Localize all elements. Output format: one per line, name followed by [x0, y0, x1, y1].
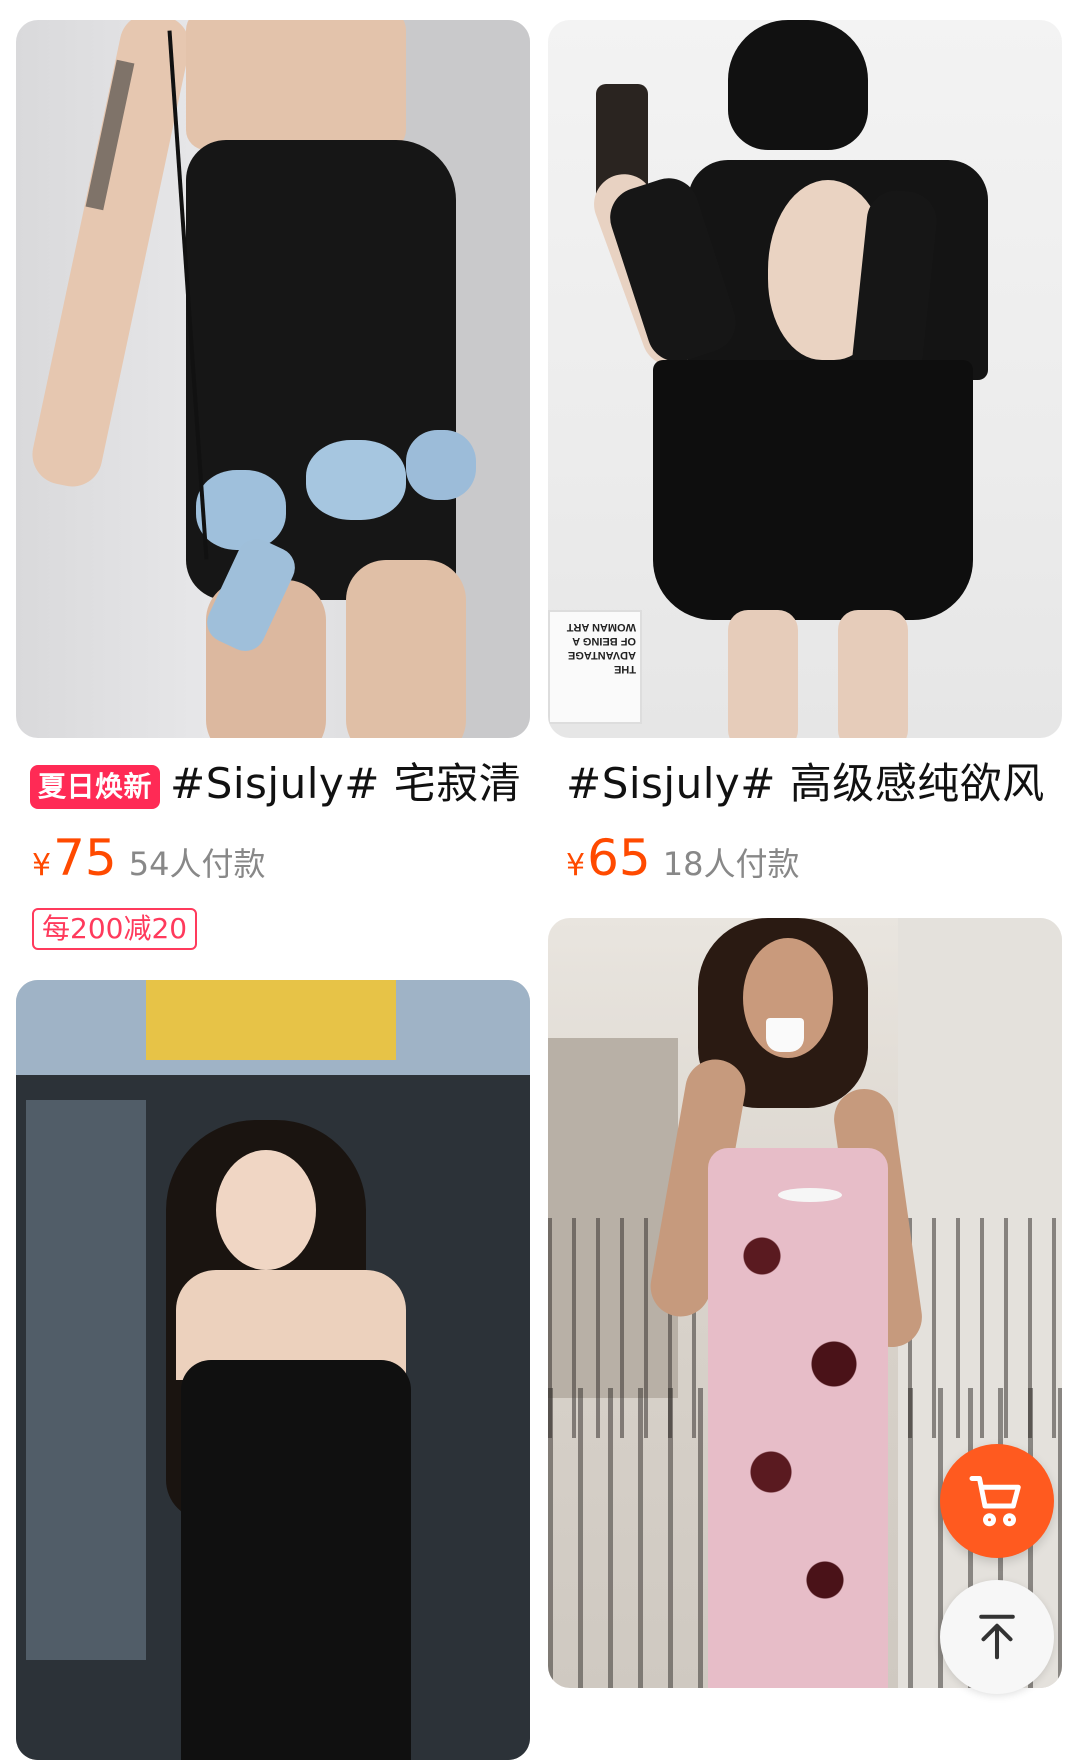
- cart-button[interactable]: [940, 1444, 1054, 1558]
- blue-rose-1: [196, 470, 286, 550]
- sold-count: 18人付款: [662, 845, 800, 883]
- product-image-1[interactable]: [16, 20, 530, 738]
- product-title-2[interactable]: #Sisjuly# 高级感纯欲风: [566, 756, 1045, 812]
- leg-right: [838, 610, 908, 738]
- product-image-3[interactable]: [16, 980, 530, 1760]
- hair: [728, 20, 868, 150]
- promo-badge: 夏日焕新: [30, 764, 161, 809]
- price-value: 75: [53, 829, 117, 887]
- black-dress: [181, 1360, 411, 1760]
- shopping-cart-icon: [969, 1476, 1021, 1527]
- currency-symbol: ¥: [32, 848, 52, 883]
- sold-count: 54人付款: [128, 845, 266, 883]
- price-row-1: ¥75 54人付款: [32, 828, 265, 896]
- face: [216, 1150, 316, 1270]
- poster-text: THE ADVANTAGE OF BEING A WOMAN ART: [566, 621, 636, 675]
- coffee-cup: [766, 1018, 804, 1052]
- blue-rose-2: [306, 440, 406, 520]
- floral-dress: [708, 1148, 888, 1688]
- coupon-tag: 每200减20: [32, 908, 198, 950]
- currency-symbol: ¥: [566, 848, 586, 883]
- torso: [186, 20, 406, 150]
- leg-left: [728, 610, 798, 738]
- leg-right: [346, 560, 466, 738]
- product-image-4[interactable]: [548, 918, 1062, 1688]
- product-title-text: #Sisjuly# 宅寂清: [170, 759, 522, 808]
- product-image-2[interactable]: THE ADVANTAGE OF BEING A WOMAN ART: [548, 20, 1062, 738]
- price-value: 65: [587, 829, 651, 887]
- arrow-up-icon: [979, 1614, 1015, 1660]
- product-title-1[interactable]: 夏日焕新 #Sisjuly# 宅寂清: [30, 756, 521, 812]
- saucer: [778, 1188, 842, 1202]
- shop-sign: [146, 980, 396, 1060]
- blue-rose-3: [406, 430, 476, 500]
- wall-poster: THE ADVANTAGE OF BEING A WOMAN ART: [548, 610, 642, 724]
- car-door: [26, 1100, 146, 1660]
- price-row-2: ¥65 18人付款: [566, 828, 799, 896]
- back-to-top-button[interactable]: [940, 1580, 1054, 1694]
- product-title-text: #Sisjuly# 高级感纯欲风: [566, 759, 1045, 808]
- dress-skirt: [653, 360, 973, 620]
